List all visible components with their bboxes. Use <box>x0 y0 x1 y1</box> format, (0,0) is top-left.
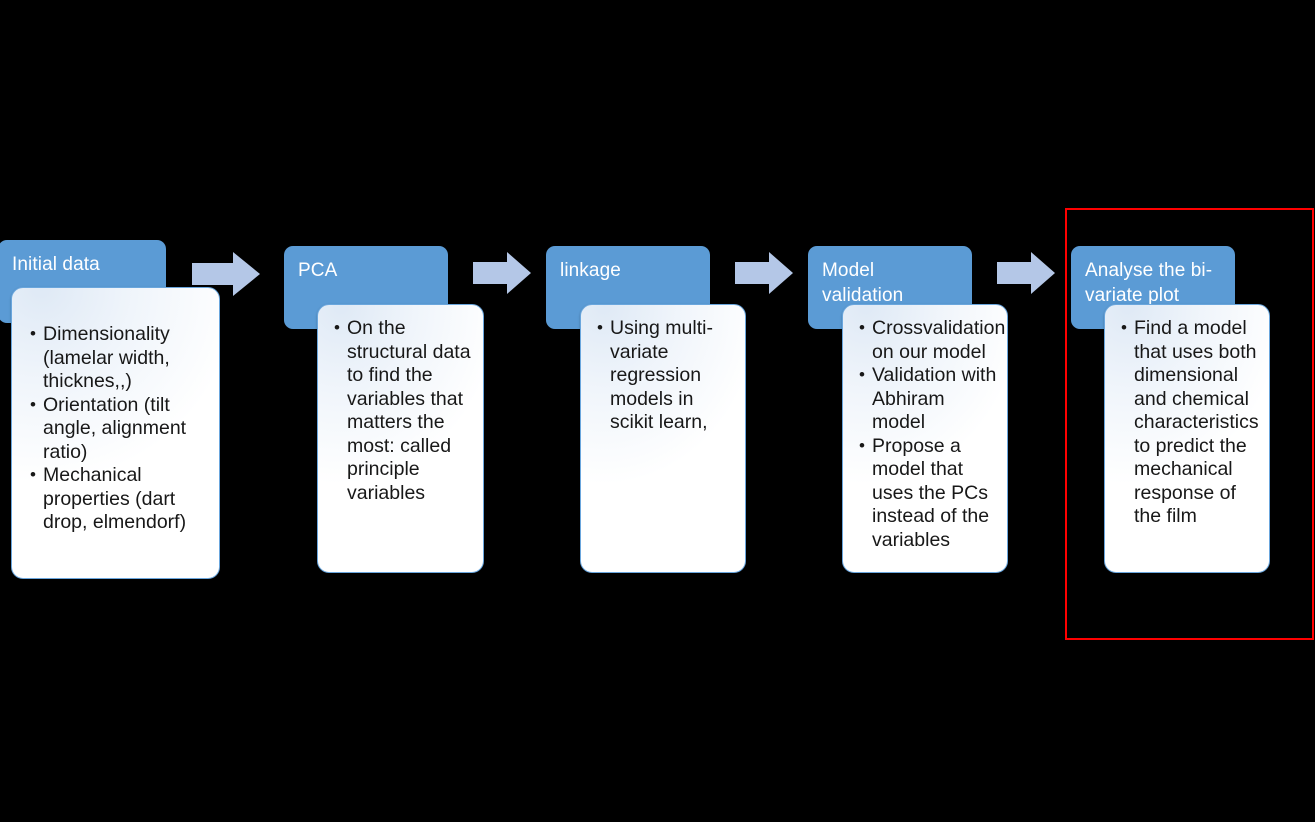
list-item: On the structural data to find the varia… <box>334 316 473 505</box>
bullet-list-initial-data: Dimensionality (lamelar width, thicknes,… <box>30 322 207 535</box>
bullet-list-linkage: Using multi-variate regression models in… <box>597 316 735 435</box>
step-body-pca: On the structural data to find the varia… <box>317 304 484 573</box>
list-item: Using multi-variate regression models in… <box>597 316 735 435</box>
list-item: Mechanical properties (dart drop, elmend… <box>30 463 207 535</box>
step-body-analyse-bivariate-plot: Find a model that uses both dimensional … <box>1104 304 1270 573</box>
right-arrow-icon <box>473 252 531 294</box>
right-arrow-icon <box>997 252 1055 294</box>
step-title-analyse-bivariate-plot: Analyse the bi-variate plot <box>1085 260 1213 306</box>
bullet-list-analyse-bivariate-plot: Find a model that uses both dimensional … <box>1121 316 1259 529</box>
step-body-model-validation: Crossvalidation on our model Validation … <box>842 304 1008 573</box>
step-title-pca: PCA <box>298 260 338 281</box>
list-item: Crossvalidation on our model <box>859 316 1005 364</box>
step-body-linkage: Using multi-variate regression models in… <box>580 304 746 573</box>
step-title-model-validation: Model validation <box>822 260 904 306</box>
step-title-linkage: linkage <box>560 260 621 281</box>
diagram-canvas: Initial data Dimensionality (lamelar wid… <box>0 0 1315 822</box>
bullet-list-pca: On the structural data to find the varia… <box>334 316 473 505</box>
list-item: Propose a model that uses the PCs instea… <box>859 434 999 553</box>
list-item: Orientation (tilt angle, alignment ratio… <box>30 393 207 465</box>
step-title-initial-data: Initial data <box>12 254 100 275</box>
step-body-initial-data: Dimensionality (lamelar width, thicknes,… <box>11 287 220 579</box>
list-item: Validation with Abhiram model <box>859 363 999 435</box>
right-arrow-icon <box>735 252 793 294</box>
list-item: Find a model that uses both dimensional … <box>1121 316 1259 529</box>
bullet-list-model-validation: Crossvalidation on our model Validation … <box>859 316 1005 553</box>
list-item: Dimensionality (lamelar width, thicknes,… <box>30 322 207 394</box>
